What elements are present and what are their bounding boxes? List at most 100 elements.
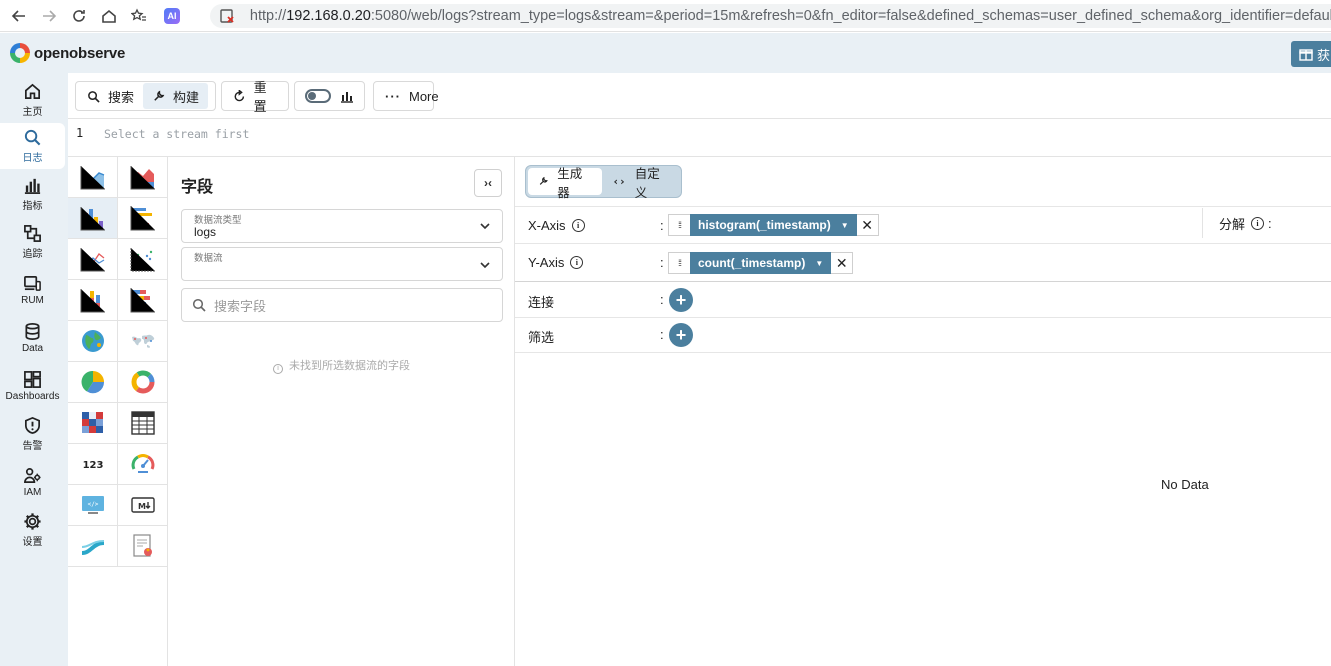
donut-chart-icon (131, 370, 154, 394)
nav-item-home[interactable]: 主页 (0, 77, 65, 123)
drag-handle-icon[interactable]: ⁞⁞ (668, 252, 690, 274)
fields-panel: 字段 ›‹ 数据流类型 logs 数据流 搜索字段 i 未找到所选数据流的字段 (168, 157, 515, 666)
dashboard-icon (24, 371, 41, 388)
info-icon[interactable]: i (570, 256, 584, 269)
app-logo[interactable]: openobserve (10, 43, 125, 63)
nav-item-dashboards[interactable]: Dashboards (0, 363, 65, 409)
more-button[interactable]: ··· More (373, 81, 439, 111)
query-editor[interactable]: 1 Select a stream first (68, 120, 1331, 157)
no-data-message: No Data (1161, 477, 1209, 492)
url-text: http://192.168.0.20:5080/web/logs?stream… (249, 8, 1331, 24)
table-icon (130, 411, 155, 435)
build-mode-button[interactable]: 构建 (143, 83, 209, 109)
chart-type-markdown[interactable]: M (118, 485, 168, 526)
info-icon[interactable]: i (571, 219, 585, 232)
builder-mode-button[interactable]: 生成器 (528, 167, 603, 200)
trace-icon (24, 225, 41, 242)
nav-item-rum[interactable]: RUM (0, 267, 65, 313)
drag-handle-icon[interactable]: ⁞⁞ (668, 214, 690, 236)
bar-chart-icon (80, 207, 105, 231)
join-row: 连接 : + (515, 283, 1331, 318)
x-axis-field-button[interactable]: histogram(_timestamp) ▼ (690, 214, 857, 236)
breakdown-section: 分解 i : (1202, 208, 1272, 238)
home-browser-icon[interactable] (94, 0, 124, 32)
chart-type-geo-map[interactable] (68, 321, 118, 362)
search-mode-button[interactable]: 搜索 (78, 83, 143, 109)
gear-icon (24, 513, 41, 530)
chart-type-world-map[interactable] (118, 321, 168, 362)
stream-type-select[interactable]: 数据流类型 logs (181, 209, 503, 243)
chart-type-pie[interactable] (68, 362, 118, 403)
reload-icon[interactable] (64, 0, 94, 32)
chart-type-horizontal-stacked[interactable] (118, 280, 168, 321)
field-search-input[interactable]: 搜索字段 (181, 288, 503, 322)
visualize-toggle-switch[interactable] (305, 89, 331, 103)
custom-mode-button[interactable]: ‹› 自定义 (602, 167, 679, 200)
world-map-icon (131, 334, 154, 348)
not-secure-icon[interactable] (218, 7, 236, 25)
chart-type-table[interactable] (118, 403, 168, 444)
stream-select[interactable]: 数据流 (181, 247, 503, 281)
pie-chart-icon (81, 370, 104, 394)
chart-type-palette: 123 </> M (68, 157, 168, 666)
forward-icon[interactable] (34, 0, 64, 32)
info-icon[interactable]: i (1251, 216, 1265, 230)
line-chart-icon (80, 248, 105, 272)
nav-item-iam[interactable]: IAM (0, 459, 65, 505)
header-action-button[interactable]: 获 (1291, 41, 1331, 67)
chart-type-stacked-area[interactable] (118, 157, 168, 198)
chart-type-custom[interactable] (118, 526, 168, 567)
chart-type-metric[interactable]: 123 (68, 444, 118, 485)
nav-item-settings[interactable]: 设置 (0, 507, 65, 553)
nav-item-logs[interactable]: 日志 (0, 123, 65, 169)
chart-type-scatter[interactable] (118, 239, 168, 280)
reset-button[interactable]: 重置 (221, 80, 289, 114)
ai-extension-icon[interactable]: AI (164, 7, 180, 24)
app-header: openobserve 获 (0, 33, 1331, 73)
nav-item-alerts[interactable]: 告警 (0, 411, 65, 457)
address-bar[interactable]: http://192.168.0.20:5080/web/logs?stream… (210, 4, 1331, 28)
chart-type-donut[interactable] (118, 362, 168, 403)
add-filter-button[interactable]: + (669, 323, 693, 347)
stacked-area-icon (130, 166, 155, 190)
svg-text:</>: </> (87, 501, 98, 508)
custom-chart-icon (132, 534, 152, 557)
users-icon (24, 467, 41, 484)
chart-type-stacked-bar[interactable] (68, 280, 118, 321)
remove-x-axis-icon[interactable]: ✕ (856, 214, 879, 236)
devices-icon (24, 275, 41, 291)
chart-toggle[interactable] (294, 81, 365, 111)
left-navigation: 主页 日志 指标 追踪 RUM Data Dashboards 告警 IAM 设… (0, 73, 68, 666)
code-icon: ‹› (612, 175, 626, 188)
y-axis-field-button[interactable]: count(_timestamp) ▼ (690, 252, 832, 274)
chart-type-area[interactable] (68, 157, 118, 198)
remove-y-axis-icon[interactable]: ✕ (831, 252, 854, 274)
nav-item-metrics[interactable]: 指标 (0, 171, 65, 217)
nav-item-traces[interactable]: 追踪 (0, 219, 65, 265)
editor-placeholder: Select a stream first (104, 127, 250, 141)
browser-toolbar: AI http://192.168.0.20:5080/web/logs?str… (0, 0, 1331, 32)
chart-type-heatmap[interactable] (68, 403, 118, 444)
chart-type-html[interactable]: </> (68, 485, 118, 526)
chart-type-sankey[interactable] (68, 526, 118, 567)
y-axis-row: Y-Axis i : ⁞⁞ count(_timestamp) ▼ ✕ (515, 245, 1331, 282)
y-axis-field-chip: ⁞⁞ count(_timestamp) ▼ ✕ (668, 252, 854, 274)
gift-icon (1299, 49, 1313, 61)
collapse-icon: ›‹ (484, 176, 492, 190)
logo-icon (10, 43, 30, 63)
bookmarks-icon[interactable] (124, 0, 154, 32)
chart-type-gauge[interactable] (118, 444, 168, 485)
svg-text:M: M (138, 502, 146, 511)
back-icon[interactable] (4, 0, 34, 32)
chart-type-bar[interactable] (68, 198, 118, 239)
main-panel: 搜索 构建 重置 ··· More 1 Select a stream firs… (68, 73, 1331, 666)
database-icon (25, 323, 40, 340)
chart-type-horizontal-bar[interactable] (118, 198, 168, 239)
add-join-button[interactable]: + (669, 288, 693, 312)
stacked-bar-icon (80, 289, 105, 313)
search-icon (88, 90, 100, 103)
nav-item-data[interactable]: Data (0, 315, 65, 361)
geo-map-icon (81, 330, 104, 352)
chart-type-line[interactable] (68, 239, 118, 280)
collapse-fields-button[interactable]: ›‹ (474, 169, 502, 197)
